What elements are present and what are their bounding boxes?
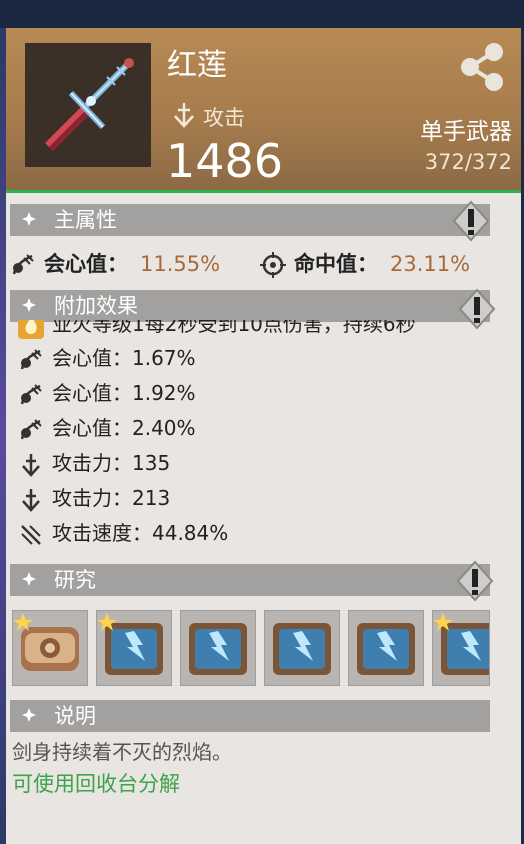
diamond-icon <box>22 572 36 586</box>
effect-item: 攻击力：135 <box>18 447 170 477</box>
crit-icon <box>20 383 42 404</box>
diamond-icon <box>22 298 36 312</box>
ice-research-book-icon <box>433 611 489 685</box>
research-slot[interactable] <box>96 610 172 686</box>
section-title: 主属性 <box>54 208 117 232</box>
crit-icon <box>20 348 42 369</box>
item-header: 红莲 攻击 1486 单手武器 372/372 <box>6 28 521 190</box>
research-slot[interactable] <box>264 610 340 686</box>
attribute-label: 会心值： <box>44 252 128 276</box>
description-text: 剑身持续着不灭的烈焰。 <box>12 740 232 764</box>
main-attribute-item: 命中值： 23.11% <box>260 248 470 278</box>
item-portrait <box>25 43 151 167</box>
main-attribute-row: 会心值： 11.55% 命中值： 23.11% <box>10 248 510 278</box>
ice-research-book-icon <box>97 611 171 685</box>
attack-label: 攻击 <box>203 106 245 130</box>
effect-item: 攻击力：213 <box>18 482 170 512</box>
share-icon[interactable] <box>456 40 508 94</box>
diamond-icon <box>22 708 36 722</box>
attribute-label: 命中值： <box>294 252 378 276</box>
item-type: 单手武器 <box>420 119 512 145</box>
research-slot[interactable] <box>180 610 256 686</box>
effect-item: 会心值：2.40% <box>18 412 196 442</box>
effect-text: 会心值：2.40% <box>52 416 196 440</box>
recycle-hint: 可使用回收台分解 <box>12 772 180 796</box>
durability: 372/372 <box>424 150 512 174</box>
target-icon <box>260 252 286 278</box>
ice-research-book-icon <box>265 611 339 685</box>
sword-icon <box>25 43 151 167</box>
effect-text: 攻击力：135 <box>52 451 171 475</box>
effect-item: 攻击速度：44.84% <box>18 517 228 547</box>
attack-speed-icon <box>21 524 41 545</box>
attribute-value: 23.11% <box>390 252 471 276</box>
attribute-value: 11.55% <box>140 252 221 276</box>
attack-icon <box>22 453 40 477</box>
description-header: 说明 <box>10 700 490 732</box>
effect-text: 攻击力：213 <box>52 486 171 510</box>
crit-icon <box>20 418 42 439</box>
extra-effects-list[interactable]: 业火等级1每2秒受到10点伤害，持续6秒 会心值：1.67% 会心值：1.92%… <box>10 320 515 554</box>
main-attribute-item: 会心值： 11.55% <box>10 248 220 278</box>
main-attributes-header: 主属性 <box>10 204 490 236</box>
research-header: 研究 <box>10 564 490 596</box>
research-slot[interactable] <box>432 610 490 686</box>
alert-icon[interactable] <box>452 200 490 242</box>
top-bar <box>0 0 524 28</box>
section-title: 附加效果 <box>54 294 138 318</box>
effect-item: 会心值：1.67% <box>18 342 196 372</box>
effect-item: 会心值：1.92% <box>18 377 196 407</box>
diamond-icon <box>22 212 36 226</box>
effect-text: 会心值：1.67% <box>52 346 196 370</box>
effect-item: 业火等级1每2秒受到10点伤害，持续6秒 <box>18 320 416 339</box>
section-title: 说明 <box>54 704 96 728</box>
item-name: 红莲 <box>167 48 227 83</box>
leather-pouch-icon <box>13 611 87 685</box>
attack-icon <box>174 103 194 128</box>
ice-research-book-icon <box>349 611 423 685</box>
attack-value: 1486 <box>166 134 284 188</box>
alert-icon[interactable] <box>456 560 494 602</box>
effect-text: 会心值：1.92% <box>52 381 196 405</box>
fire-effect-icon <box>18 320 44 339</box>
header-divider <box>6 190 521 193</box>
effect-text: 业火等级1每2秒受到10点伤害，持续6秒 <box>52 320 416 336</box>
ice-research-book-icon <box>181 611 255 685</box>
attack-icon <box>22 488 40 512</box>
section-title: 研究 <box>54 568 96 592</box>
extra-effects-header: 附加效果 <box>10 290 490 322</box>
effect-text: 攻击速度：44.84% <box>52 521 229 545</box>
research-slot[interactable] <box>348 610 424 686</box>
crit-icon <box>12 254 34 275</box>
item-detail-panel: 红莲 攻击 1486 单手武器 372/372 主属性 会心值： 11.55% … <box>6 28 521 844</box>
research-slot[interactable] <box>12 610 88 686</box>
